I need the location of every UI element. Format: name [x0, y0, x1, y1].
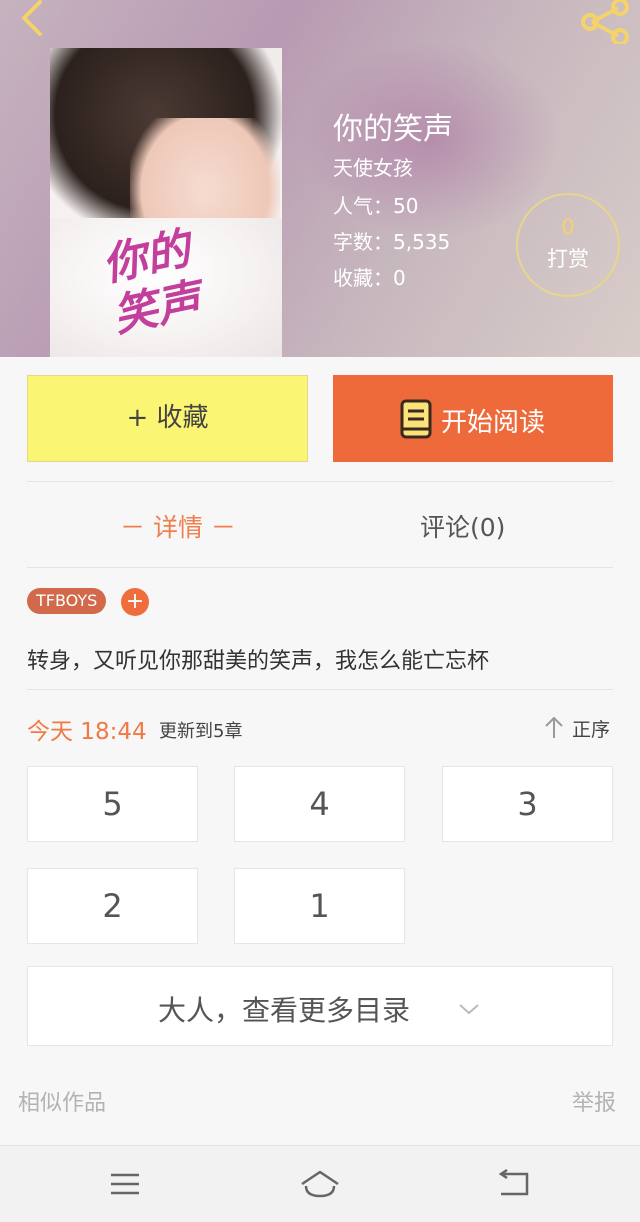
book-header: 你的笑声 你的笑声 天使女孩 人气：50 字数：5,535 收藏：0 0 打赏: [0, 0, 640, 357]
chapter-item[interactable]: 5: [27, 766, 198, 842]
book-cover[interactable]: 你的笑声: [50, 48, 282, 357]
tip-count: 0: [561, 215, 575, 239]
book-author[interactable]: 天使女孩: [333, 152, 413, 181]
popularity-stat: 人气：50: [333, 194, 419, 218]
start-reading-label: 开始阅读: [441, 408, 546, 438]
add-tag-button[interactable]: +: [121, 588, 149, 616]
sort-arrow-icon: [545, 716, 563, 738]
divider: [27, 689, 613, 690]
divider: [27, 567, 613, 568]
back-icon[interactable]: [14, 0, 54, 40]
tab-details[interactable]: － 详情 －: [120, 508, 236, 544]
sort-order-label: 正序: [572, 719, 611, 741]
tip-label: 打赏: [547, 247, 589, 271]
favorites-stat: 收藏：0: [333, 266, 406, 290]
similar-works-link[interactable]: 相似作品: [18, 1085, 106, 1117]
update-time: 今天 18:44: [27, 719, 147, 745]
chapter-item[interactable]: 3: [442, 766, 613, 842]
tip-button[interactable]: 0 打赏: [516, 193, 620, 297]
divider: [27, 481, 613, 482]
system-nav-bar: [0, 1145, 640, 1222]
chapter-item[interactable]: 4: [234, 766, 405, 842]
more-chapters-label: 大人，查看更多目录: [158, 994, 411, 1027]
menu-icon[interactable]: [103, 1164, 147, 1204]
report-link[interactable]: 举报: [572, 1085, 616, 1117]
home-icon[interactable]: [298, 1164, 342, 1204]
start-reading-button[interactable]: 开始阅读: [333, 375, 613, 462]
update-status: 更新到5章: [159, 721, 243, 742]
book-description: 转身，又听见你那甜美的笑声，我怎么能亡忘杯: [27, 649, 490, 674]
tag-tfboys[interactable]: TFBOYS: [27, 588, 107, 614]
return-icon[interactable]: [493, 1164, 537, 1204]
more-chapters-button[interactable]: 大人，查看更多目录: [27, 966, 613, 1046]
add-favorite-button[interactable]: + 收藏: [27, 375, 308, 462]
book-icon: [400, 399, 432, 439]
chevron-down-icon: [459, 1004, 479, 1015]
chapter-item[interactable]: 1: [234, 868, 405, 944]
share-icon[interactable]: [578, 0, 632, 44]
chapter-item[interactable]: 2: [27, 868, 198, 944]
word-count-stat: 字数：5,535: [333, 230, 451, 254]
tab-comments[interactable]: 评论(0): [420, 508, 505, 544]
book-title: 你的笑声: [333, 112, 453, 147]
